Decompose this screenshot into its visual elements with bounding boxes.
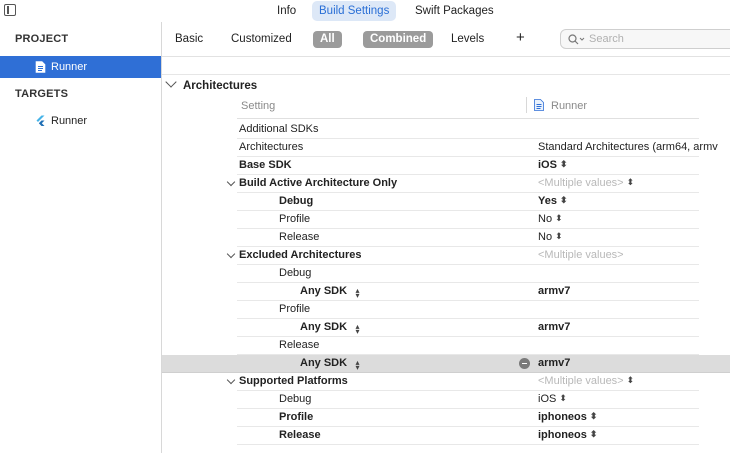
condition-stepper-icon[interactable]: ▴▾ <box>353 286 362 296</box>
header-divider <box>237 118 699 119</box>
setting-value[interactable]: armv7 <box>538 321 570 333</box>
popup-stepper-icon: ⬍ <box>589 411 598 421</box>
setting-group-row[interactable]: Excluded Architectures <Multiple values> <box>226 247 699 265</box>
setting-name: Profile <box>279 411 314 423</box>
project-file-icon <box>534 99 544 111</box>
setting-name: Base SDK <box>239 159 292 171</box>
popup-stepper-icon: ⬍ <box>559 195 568 205</box>
project-item-runner[interactable]: Runner <box>0 56 161 78</box>
flutter-icon <box>36 115 45 126</box>
setting-value[interactable]: <Multiple values> ⬍ <box>538 375 634 387</box>
setting-name: Additional SDKs <box>239 123 319 135</box>
setting-row[interactable]: Release No ⬍ <box>237 229 699 247</box>
disclosure-chevron-icon[interactable] <box>226 375 236 385</box>
setting-value[interactable]: Standard Architectures (arm64, armv <box>538 141 718 153</box>
setting-name: Build Active Architecture Only <box>239 177 398 189</box>
setting-value[interactable]: Yes ⬍ <box>538 195 568 207</box>
setting-row[interactable]: Release <box>237 337 699 355</box>
popup-stepper-icon: ⬍ <box>626 177 635 187</box>
setting-row[interactable]: Architectures Standard Architectures (arm… <box>237 139 718 157</box>
setting-value[interactable]: iOS ⬍ <box>538 393 567 405</box>
sidebar-toggle-icon[interactable] <box>4 4 16 16</box>
filter-basic[interactable]: Basic <box>175 31 203 48</box>
setting-row[interactable]: Any SDK ▴▾ armv7 <box>237 319 699 337</box>
setting-name: Release <box>279 339 320 351</box>
setting-group-row[interactable]: Supported Platforms <Multiple values> ⬍ <box>226 373 699 391</box>
setting-name: Debug <box>279 267 312 279</box>
column-divider <box>526 97 527 113</box>
project-file-icon <box>35 61 46 73</box>
tab-info[interactable]: Info <box>270 1 303 21</box>
popup-stepper-icon: ⬍ <box>555 213 563 223</box>
setting-row[interactable]: Profile <box>237 301 699 319</box>
add-setting-button[interactable]: + <box>516 29 525 46</box>
project-navigator: PROJECT Runner TARGETS Runner <box>0 22 162 453</box>
popup-stepper-icon: ⬍ <box>559 159 568 169</box>
filter-customized[interactable]: Customized <box>231 31 292 48</box>
popup-stepper-icon: ⬍ <box>555 231 563 241</box>
condition-stepper-icon[interactable]: ▴▾ <box>353 322 362 332</box>
setting-row[interactable]: Additional SDKs <box>237 121 699 139</box>
setting-row[interactable]: Profile No ⬍ <box>237 211 699 229</box>
tab-build-settings[interactable]: Build Settings <box>312 1 397 21</box>
popup-stepper-icon: ⬍ <box>559 393 567 403</box>
target-item-runner[interactable]: Runner <box>0 110 161 132</box>
header-strip <box>162 57 730 75</box>
search-field[interactable]: Search <box>560 29 730 49</box>
setting-row[interactable]: Base SDK iOS ⬍ <box>237 157 699 175</box>
view-combined[interactable]: Combined <box>363 31 434 48</box>
setting-row[interactable]: Debug Yes ⬍ <box>237 193 699 211</box>
setting-row[interactable]: Profile iphoneos ⬍ <box>237 409 699 427</box>
setting-name: Any SDK <box>300 285 348 297</box>
setting-value[interactable]: No ⬍ <box>538 213 563 225</box>
setting-name: Any SDK <box>300 321 348 333</box>
setting-name: Any SDK <box>300 357 348 369</box>
disclosure-chevron-icon[interactable] <box>226 177 236 187</box>
project-item-label: Runner <box>51 61 88 73</box>
chevron-down-icon <box>165 76 177 88</box>
setting-name: Architectures <box>239 141 304 153</box>
disclosure-chevron-icon[interactable] <box>226 249 236 259</box>
setting-name: Release <box>279 429 321 441</box>
remove-condition-icon[interactable] <box>519 358 530 369</box>
setting-name: Debug <box>279 195 314 207</box>
setting-name: Excluded Architectures <box>239 249 362 261</box>
section-title: Architectures <box>183 80 258 92</box>
project-header: PROJECT <box>15 33 69 45</box>
targets-header: TARGETS <box>15 88 69 100</box>
setting-row[interactable]: Any SDK ▴▾ armv7 <box>162 355 730 373</box>
search-placeholder: Search <box>589 33 624 45</box>
popup-stepper-icon: ⬍ <box>626 375 635 385</box>
setting-row[interactable]: Debug iOS ⬍ <box>237 391 699 409</box>
setting-value[interactable]: iphoneos ⬍ <box>538 411 597 423</box>
setting-value[interactable]: iOS ⬍ <box>538 159 568 171</box>
setting-value[interactable]: armv7 <box>538 357 570 369</box>
section-architectures[interactable]: Architectures <box>165 76 258 94</box>
setting-name: Profile <box>279 213 311 225</box>
setting-name: Profile <box>279 303 311 315</box>
condition-stepper-icon[interactable]: ▴▾ <box>353 358 362 368</box>
filter-all[interactable]: All <box>313 31 342 48</box>
setting-name: Release <box>279 231 320 243</box>
setting-name: Debug <box>279 393 312 405</box>
setting-row[interactable]: Any SDK ▴▾ armv7 <box>237 283 699 301</box>
setting-group-row[interactable]: Build Active Architecture Only <Multiple … <box>226 175 699 193</box>
setting-value[interactable]: <Multiple values> <box>538 249 624 261</box>
setting-value[interactable]: armv7 <box>538 285 570 297</box>
column-header-target: Runner <box>551 100 588 112</box>
setting-name: Supported Platforms <box>239 375 348 387</box>
tab-swift-packages[interactable]: Swift Packages <box>408 1 501 21</box>
popup-stepper-icon: ⬍ <box>589 429 598 439</box>
search-icon <box>568 34 585 45</box>
view-levels[interactable]: Levels <box>451 31 484 48</box>
setting-value[interactable]: <Multiple values> ⬍ <box>538 177 634 189</box>
column-header-setting: Setting <box>241 100 276 112</box>
setting-value[interactable]: No ⬍ <box>538 231 563 243</box>
editor-tab-bar: Info Build Settings Swift Packages <box>0 0 730 22</box>
target-item-label: Runner <box>51 115 88 127</box>
setting-row[interactable]: Release iphoneos ⬍ <box>237 427 699 445</box>
setting-row[interactable]: Debug <box>237 265 699 283</box>
settings-filter-bar: Basic Customized All Combined Levels + S… <box>162 22 730 56</box>
setting-value[interactable]: iphoneos ⬍ <box>538 429 597 441</box>
